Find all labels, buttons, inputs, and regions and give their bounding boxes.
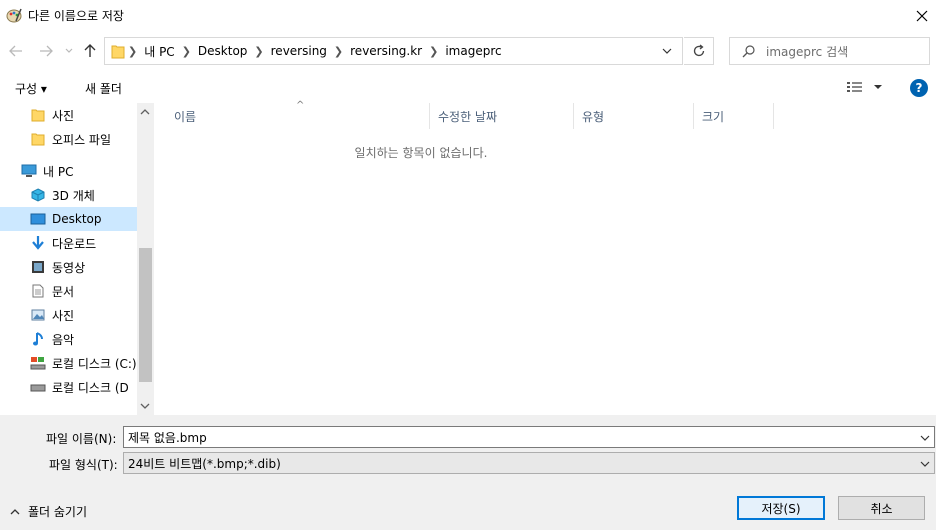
sidebar-item-this-pc[interactable]: 내 PC [21,159,137,183]
hide-folders-label: 폴더 숨기기 [28,505,88,519]
refresh-icon [693,44,704,57]
filename-label: 파일 이름(N): [46,432,117,446]
chevron-up-icon [10,508,20,514]
filename-value: 제목 없음.bmp [128,430,207,445]
chevron-right-icon: ❯ [429,44,439,58]
arrow-up-icon [84,44,96,57]
chevron-right-icon: ❯ [128,44,138,58]
filetype-select[interactable]: 24비트 비트맵(*.bmp;*.dib) [123,452,935,474]
sidebar-item-drive-d[interactable]: 로컬 디스크 (D [30,375,137,399]
address-bar[interactable]: ❯ 내 PC ❯ Desktop ❯ reversing ❯ reversing… [104,37,683,65]
sidebar-item-pictures[interactable]: 사진 [30,303,137,327]
chevron-right-icon: ❯ [254,44,264,58]
details-view-icon [847,82,882,92]
sidebar-item-label: 문서 [52,284,75,299]
drive-icon [30,379,46,395]
column-name[interactable]: 이름 [166,103,430,129]
sidebar-item-drive-c[interactable]: 로컬 디스크 (C:) [30,351,137,375]
chevron-down-icon[interactable] [920,431,930,441]
folder-icon [30,107,46,123]
breadcrumb-item[interactable]: reversing [271,44,327,58]
3d-objects-icon [30,187,46,203]
scrollbar-thumb[interactable] [139,248,152,382]
column-type[interactable]: 유형 [574,103,694,129]
arrow-left-icon [9,45,22,57]
sidebar-item-downloads[interactable]: 다운로드 [30,231,137,255]
close-icon [916,10,928,22]
sidebar-item-office-files[interactable]: 오피스 파일 [30,127,137,151]
sidebar-item-label: Desktop [52,212,102,226]
download-icon [30,235,46,251]
refresh-button[interactable] [684,37,714,65]
sidebar-item-label: 다운로드 [52,236,97,251]
up-button[interactable] [80,41,100,61]
sidebar-item-label: 내 PC [43,164,74,179]
breadcrumb-item[interactable]: Desktop [198,44,248,58]
save-form: 파일 이름(N): 제목 없음.bmp 파일 형식(T): 24비트 비트맵(*… [0,415,936,530]
search-input[interactable]: imageprc 검색 [766,43,848,60]
sidebar-item-music[interactable]: 음악 [30,327,137,351]
save-button[interactable]: 저장(S) [737,496,825,520]
sidebar-item-label: 사진 [52,308,75,323]
breadcrumb-item[interactable]: reversing.kr [350,44,422,58]
chevron-down-icon [65,48,73,53]
chevron-down-icon[interactable] [140,403,150,409]
cancel-button[interactable]: 취소 [838,496,925,520]
breadcrumb-item[interactable]: 내 PC [144,43,174,60]
sidebar-item-label: 오피스 파일 [52,132,112,147]
title-bar: 다른 이름으로 저장 [0,0,936,32]
music-icon [30,331,46,347]
filename-input[interactable]: 제목 없음.bmp [123,426,935,448]
folder-icon [111,43,125,59]
column-size[interactable]: 크기 [694,103,774,129]
address-history-button[interactable] [655,40,679,62]
sidebar-item-label: 로컬 디스크 (D [52,380,129,395]
folder-icon [30,131,46,147]
search-box[interactable]: imageprc 검색 [729,37,930,65]
window-title: 다른 이름으로 저장 [28,9,124,23]
hide-folders-button[interactable]: 폴더 숨기기 [10,503,87,520]
sidebar-item-videos[interactable]: 동영상 [30,255,137,279]
sidebar-item-label: 동영상 [52,260,86,275]
chevron-up-icon[interactable] [140,109,150,115]
sidebar-item-3d-objects[interactable]: 3D 개체 [30,183,137,207]
sidebar-item-label: 사진 [52,108,75,123]
chevron-down-icon [662,48,672,54]
breadcrumb-item[interactable]: imageprc [445,44,501,58]
empty-message: 일치하는 항목이 없습니다. [354,146,488,160]
column-date-modified[interactable]: 수정한 날짜 [430,103,574,129]
help-button[interactable]: ? [910,79,928,97]
filetype-label: 파일 형식(T): [49,458,118,472]
desktop-icon [30,211,46,227]
sidebar-item-pictures-folder[interactable]: 사진 [30,103,137,127]
sidebar-item-label: 3D 개체 [52,188,95,203]
close-button[interactable] [910,4,934,28]
back-button[interactable] [6,41,26,61]
video-icon [30,259,46,275]
recent-locations-button[interactable] [62,43,76,59]
arrow-right-icon [40,45,53,57]
sidebar-item-label: 음악 [52,332,75,347]
chevron-down-icon [920,457,930,467]
document-icon [30,283,46,299]
chevron-right-icon: ❯ [181,44,191,58]
column-header: ^ 이름 수정한 날짜 유형 크기 [156,100,936,129]
pictures-icon [30,307,46,323]
toolbar: 구성 ▾ 새 폴더 ? [0,72,936,102]
sidebar-item-label: 로컬 디스크 (C:) [52,356,137,371]
paint-icon [6,7,22,23]
sidebar-item-desktop[interactable]: Desktop [0,207,137,231]
pc-icon [21,163,37,179]
filetype-value: 24비트 비트맵(*.bmp;*.dib) [128,456,281,471]
search-icon [742,44,756,58]
navigation-pane: 사진 오피스 파일 내 PC 3D 개체 Desktop 다운로드 동영상 문서… [0,103,153,415]
new-folder-button[interactable]: 새 폴더 [85,80,122,97]
chevron-right-icon: ❯ [333,44,344,58]
sidebar-item-documents[interactable]: 문서 [30,279,137,303]
view-options-button[interactable] [846,80,886,94]
organize-button[interactable]: 구성 ▾ [15,80,47,97]
drive-icon [30,355,46,371]
forward-button[interactable] [36,41,56,61]
